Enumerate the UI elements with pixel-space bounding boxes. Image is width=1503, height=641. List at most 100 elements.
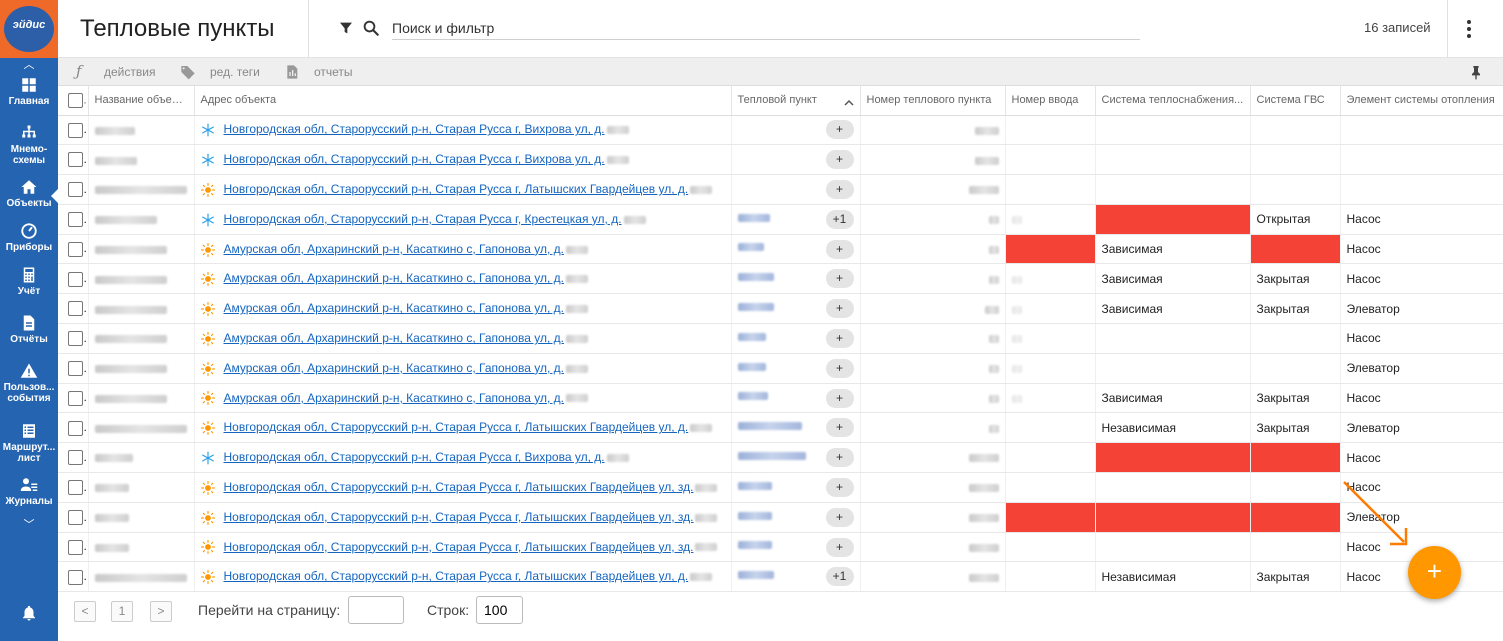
row-checkbox[interactable] (68, 152, 83, 168)
table-row[interactable]: Новгородская обл, Старорусский р-н, Стар… (58, 115, 1503, 146)
column-header[interactable]: Номер теплового пункта (860, 86, 1006, 116)
address-link[interactable]: Новгородская обл, Старорусский р-н, Стар… (224, 152, 605, 166)
table-row[interactable]: Новгородская обл, Старорусский р-н, Стар… (58, 532, 1503, 563)
add-heat-point-button[interactable]: + (825, 418, 854, 438)
address-link[interactable]: Амурская обл, Архаринский р-н, Касаткино… (224, 301, 564, 315)
search-icon[interactable] (362, 19, 380, 37)
page-number-button[interactable]: 1 (111, 601, 133, 622)
sidebar-item[interactable]: Маршрут... лист (0, 418, 58, 472)
address-link[interactable]: Новгородская обл, Старорусский р-н, Стар… (224, 212, 622, 226)
rows-per-page-input[interactable] (476, 596, 523, 624)
add-heat-point-button[interactable]: + (825, 477, 854, 497)
more-vert-icon[interactable] (1466, 18, 1472, 40)
sidebar-item[interactable]: Пользов... события (0, 358, 58, 418)
sidebar-item[interactable]: Журналы (0, 472, 58, 516)
column-header[interactable]: Система теплоснабжения... (1095, 86, 1251, 116)
search-input[interactable] (392, 16, 1140, 40)
table-row[interactable]: Новгородская обл, Старорусский р-н, Стар… (58, 442, 1503, 474)
add-heat-point-button[interactable]: +1 (825, 209, 854, 229)
edit-tags-button[interactable]: ред. теги (210, 65, 260, 79)
row-checkbox[interactable] (68, 211, 83, 227)
prev-page-button[interactable]: < (74, 601, 96, 622)
address-link[interactable]: Амурская обл, Архаринский р-н, Касаткино… (224, 391, 564, 405)
add-heat-point-button[interactable]: +1 (825, 567, 854, 587)
address-link[interactable]: Амурская обл, Архаринский р-н, Касаткино… (224, 331, 564, 345)
sidebar-item[interactable]: Объекты (0, 174, 58, 218)
add-heat-point-button[interactable]: + (825, 299, 854, 319)
add-heat-point-button[interactable]: + (825, 388, 854, 408)
add-heat-point-button[interactable]: + (825, 537, 854, 557)
add-heat-point-button[interactable]: + (825, 269, 854, 289)
row-checkbox[interactable] (68, 360, 83, 376)
add-heat-point-button[interactable]: + (825, 239, 854, 259)
row-checkbox[interactable] (68, 122, 83, 138)
filter-icon[interactable] (338, 20, 354, 36)
address-link[interactable]: Амурская обл, Архаринский р-н, Касаткино… (224, 271, 564, 285)
column-header[interactable]: Элемент системы отопления (1340, 86, 1503, 116)
address-link[interactable]: Новгородская обл, Старорусский р-н, Стар… (224, 122, 605, 136)
table-row[interactable]: Новгородская обл, Старорусский р-н, Стар… (58, 561, 1503, 593)
table-row[interactable]: Новгородская обл, Старорусский р-н, Стар… (58, 204, 1503, 235)
address-link[interactable]: Новгородская обл, Старорусский р-н, Стар… (224, 182, 689, 196)
table-row[interactable]: Амурская обл, Архаринский р-н, Касаткино… (58, 353, 1503, 384)
add-heat-point-button[interactable]: + (825, 120, 854, 140)
column-header-heat-point[interactable]: Тепловой пункт (731, 86, 861, 116)
table-row[interactable]: Амурская обл, Архаринский р-н, Касаткино… (58, 323, 1503, 354)
table-row[interactable]: Амурская обл, Архаринский р-н, Касаткино… (58, 383, 1503, 414)
row-checkbox[interactable] (68, 420, 83, 436)
reports-button[interactable]: отчеты (314, 65, 353, 79)
add-heat-point-button[interactable]: + (825, 179, 854, 199)
table-row[interactable]: Новгородская обл, Старорусский р-н, Стар… (58, 472, 1503, 503)
address-link[interactable]: Новгородская обл, Старорусский р-н, Стар… (224, 540, 694, 554)
row-checkbox[interactable] (68, 271, 83, 287)
sidebar-item[interactable]: Приборы (0, 218, 58, 262)
address-link[interactable]: Новгородская обл, Старорусский р-н, Стар… (224, 420, 689, 434)
column-header[interactable]: Номер ввода (1005, 86, 1096, 116)
table-row[interactable]: Новгородская обл, Старорусский р-н, Стар… (58, 412, 1503, 444)
address-link[interactable]: Новгородская обл, Старорусский р-н, Стар… (224, 569, 689, 583)
add-heat-point-button[interactable]: + (825, 150, 854, 170)
row-checkbox[interactable] (68, 539, 83, 555)
row-checkbox[interactable] (68, 569, 83, 585)
sidebar-item[interactable]: Главная (0, 72, 58, 120)
bell-icon[interactable] (20, 604, 38, 622)
row-checkbox[interactable] (68, 241, 83, 257)
address-link[interactable]: Амурская обл, Архаринский р-н, Касаткино… (224, 361, 564, 375)
row-checkbox[interactable] (68, 480, 83, 496)
row-checkbox[interactable] (68, 301, 83, 317)
table-row[interactable]: Новгородская обл, Старорусский р-н, Стар… (58, 502, 1503, 533)
sidebar-item[interactable]: Учёт (0, 262, 58, 310)
row-checkbox[interactable] (68, 182, 83, 198)
address-link[interactable]: Амурская обл, Архаринский р-н, Касаткино… (224, 242, 564, 256)
address-link[interactable]: Новгородская обл, Старорусский р-н, Стар… (224, 450, 605, 464)
actions-button[interactable]: действия (104, 65, 155, 79)
address-link[interactable]: Новгородская обл, Старорусский р-н, Стар… (224, 480, 694, 494)
table-row[interactable]: Амурская обл, Архаринский р-н, Касаткино… (58, 293, 1503, 325)
add-heat-point-button[interactable]: + (825, 448, 854, 468)
table-row[interactable]: Амурская обл, Архаринский р-н, Касаткино… (58, 263, 1503, 295)
select-all-checkbox[interactable] (68, 92, 83, 108)
row-checkbox[interactable] (68, 331, 83, 347)
pin-icon[interactable] (1468, 63, 1484, 81)
add-heat-point-button[interactable]: + (825, 328, 854, 348)
table-row[interactable]: Амурская обл, Архаринский р-н, Касаткино… (58, 234, 1503, 265)
table-row[interactable]: Новгородская обл, Старорусский р-н, Стар… (58, 174, 1503, 205)
chevron-up-icon[interactable]: ︿ (0, 58, 58, 72)
sort-asc-icon[interactable] (843, 99, 854, 106)
column-header[interactable]: Название объекта (88, 86, 195, 116)
add-fab-button[interactable]: + (1408, 546, 1461, 599)
address-link[interactable]: Новгородская обл, Старорусский р-н, Стар… (224, 510, 694, 524)
row-checkbox[interactable] (68, 450, 83, 466)
add-heat-point-button[interactable]: + (825, 507, 854, 527)
app-logo[interactable]: эйдис (0, 0, 58, 58)
chevron-down-icon[interactable]: ﹀ (0, 518, 58, 532)
goto-page-input[interactable] (348, 596, 404, 624)
row-checkbox[interactable] (68, 509, 83, 525)
add-heat-point-button[interactable]: + (825, 358, 854, 378)
next-page-button[interactable]: > (150, 601, 172, 622)
sidebar-item[interactable]: Отчёты (0, 310, 58, 358)
column-header[interactable]: Адрес объекта (194, 86, 732, 116)
row-checkbox[interactable] (68, 390, 83, 406)
column-header[interactable]: Система ГВС (1250, 86, 1341, 116)
sidebar-item[interactable]: Мнемо-схемы (0, 120, 58, 174)
